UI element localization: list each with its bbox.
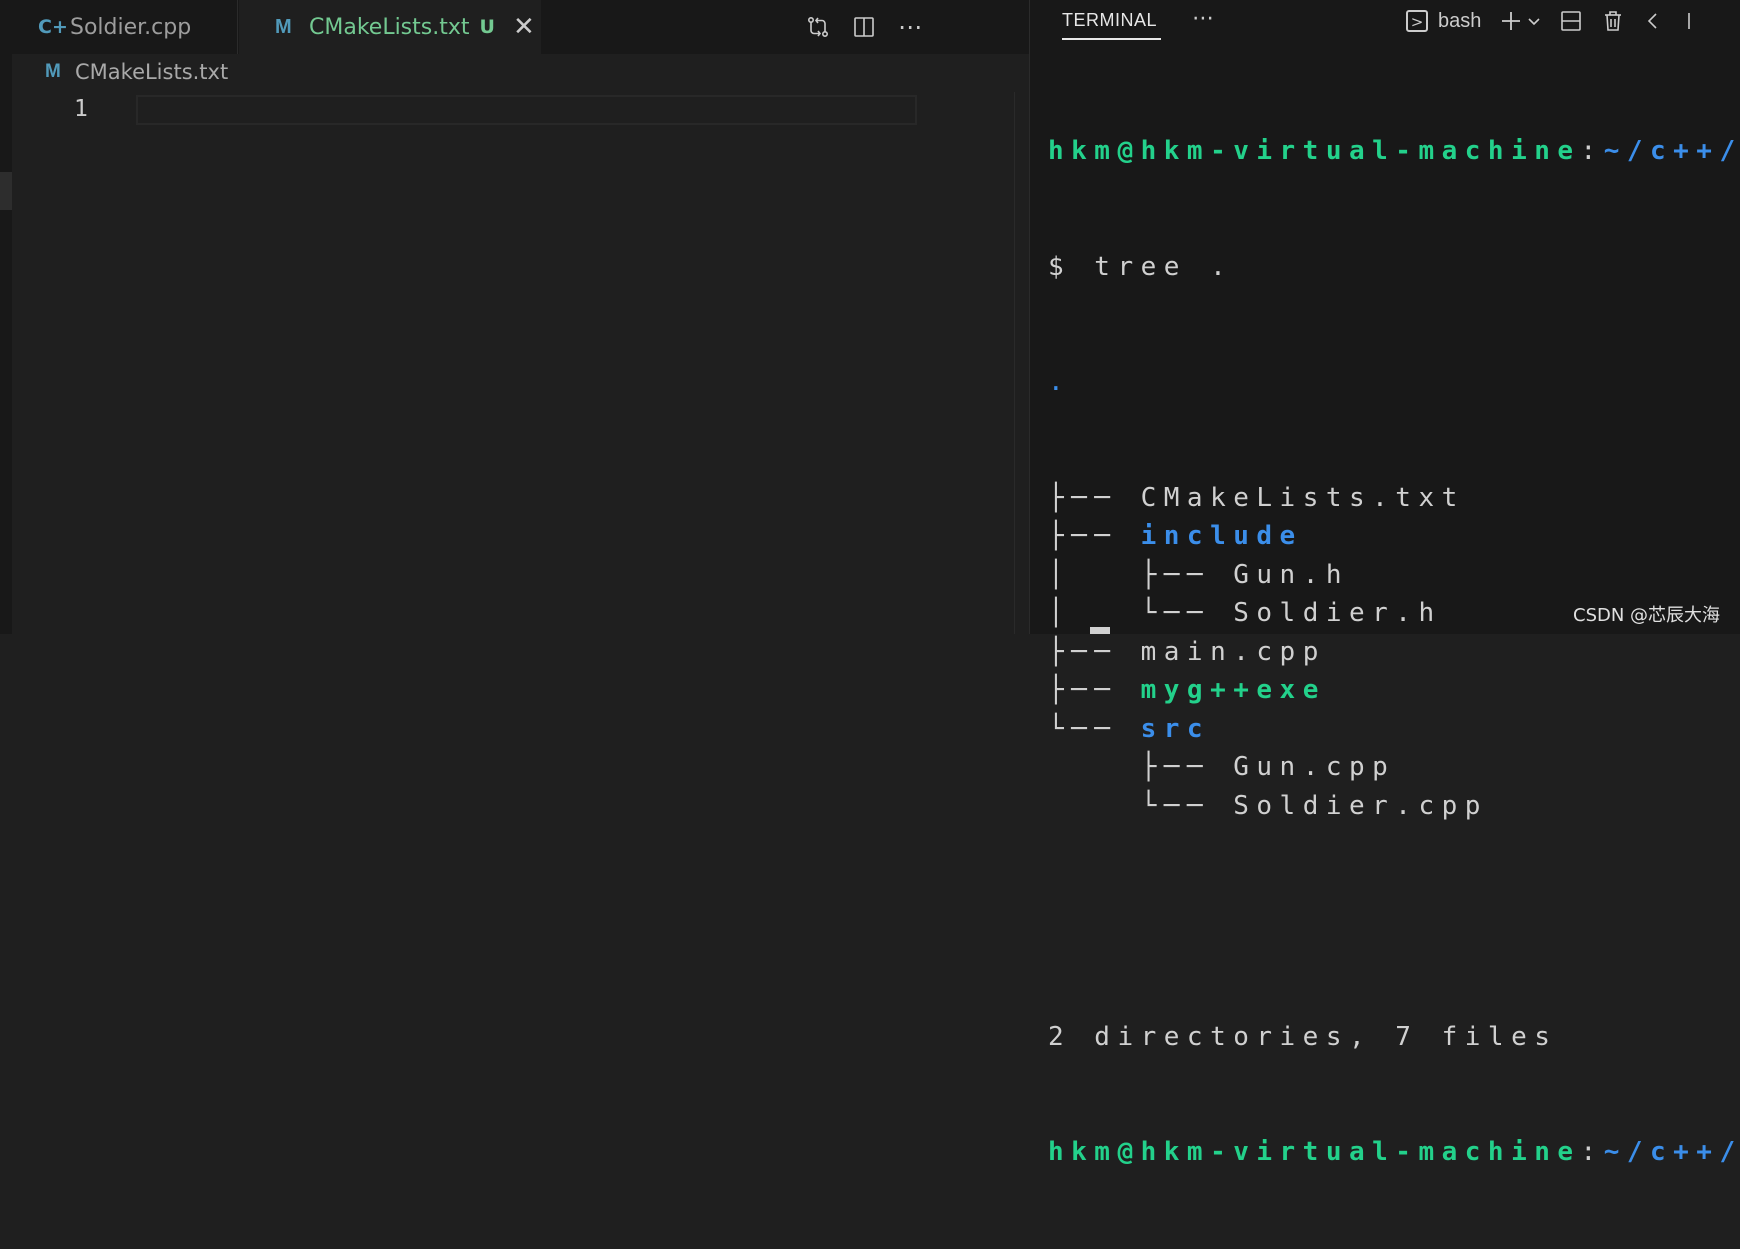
terminal-actions: > bash (1406, 0, 1697, 42)
compare-changes-icon[interactable] (800, 9, 836, 45)
prompt-path: ~/c++/7 (1603, 136, 1740, 166)
tree-item: ├── main.cpp (1048, 633, 1740, 672)
panel-header: TERMINAL ⋯ > bash (1030, 0, 1740, 46)
tree-branch: ├── (1048, 752, 1234, 782)
activity-indicator (0, 172, 12, 210)
tree-file: main.cpp (1140, 636, 1326, 667)
cmake-file-icon: M (45, 61, 61, 82)
tree-file: myg++exe (1140, 675, 1326, 705)
breadcrumb-file[interactable]: CMakeLists.txt (75, 60, 228, 84)
terminal-cursor (1090, 627, 1110, 634)
tab-cmakelists[interactable]: M CMakeLists.txt U ✕ (239, 0, 541, 54)
tree-item: └── Soldier.cpp (1048, 787, 1740, 826)
editor-tab-bar: C+ Soldier.cpp M CMakeLists.txt U ✕ ⋯ (12, 0, 1029, 54)
tree-item: │ ├── Gun.h (1048, 556, 1740, 595)
more-actions-icon[interactable]: ⋯ (892, 9, 928, 45)
tree-branch: └── (1048, 713, 1141, 744)
line-number: 1 (74, 96, 88, 122)
prompt-path: ~/c++/7 (1603, 1137, 1740, 1167)
watermark: CSDN @芯辰大海 (1573, 605, 1721, 626)
tab-soldier-cpp[interactable]: C+ Soldier.cpp (12, 0, 238, 54)
command-line: $ tree . (1048, 251, 1234, 282)
tab-label: Soldier.cpp (70, 14, 192, 40)
prompt-line: hkm@hkm-virtual-machine:~/c++/7 (1048, 132, 1740, 171)
tree-item: ├── myg++exe (1048, 671, 1740, 710)
tree-root-dot: . (1048, 367, 1072, 397)
prompt-line: hkm@hkm-virtual-machine:~/c++/7 (1048, 1133, 1740, 1172)
cmake-file-icon: M (275, 15, 292, 38)
tree-item: ├── CMakeLists.txt (1048, 479, 1740, 518)
editor-group: C+ Soldier.cpp M CMakeLists.txt U ✕ ⋯ M … (12, 0, 1029, 634)
tree-branch: ├── (1048, 636, 1141, 667)
editor-ruler (1014, 92, 1015, 634)
close-icon[interactable]: ✕ (513, 12, 535, 42)
tree-file: Soldier.cpp (1233, 790, 1488, 821)
tree-item: ├── Gun.cpp (1048, 748, 1740, 787)
tree-branch: ├── (1048, 482, 1141, 513)
tree-branch: │ └── (1048, 598, 1234, 628)
tree-directory: include (1140, 521, 1303, 551)
tree-branch: │ ├── (1048, 559, 1234, 590)
prompt-user: hkm@hkm-virtual-machine (1048, 136, 1581, 166)
summary-line: 2 directories, 7 files (1048, 1021, 1558, 1052)
tree-item: ├── include (1048, 517, 1740, 556)
tree-file: Soldier.h (1233, 598, 1442, 628)
terminal-panel: TERMINAL ⋯ > bash hkm@hkm-virtual-machin… (1029, 0, 1740, 1167)
tree-file: Gun.cpp (1233, 752, 1396, 782)
terminal-output[interactable]: hkm@hkm-virtual-machine:~/c++/7 $ tree .… (1048, 55, 1740, 1249)
tree-branch: └── (1048, 790, 1234, 821)
new-terminal-icon[interactable] (1499, 9, 1541, 33)
editor-actions: ⋯ (790, 0, 928, 54)
tree-listing: ├── CMakeLists.txt ├── include │ ├── Gun.h… (1048, 479, 1740, 826)
maximize-panel-icon[interactable] (1681, 11, 1697, 31)
shell-label: bash (1438, 9, 1482, 32)
chevron-left-icon[interactable] (1643, 11, 1663, 31)
active-tab-underline (1062, 38, 1161, 40)
breadcrumb[interactable]: M CMakeLists.txt (45, 54, 228, 90)
terminal-shell-selector[interactable]: > bash (1406, 10, 1481, 33)
split-editor-icon[interactable] (846, 9, 882, 45)
tree-branch: ├── (1048, 521, 1141, 551)
prompt-separator: : (1580, 136, 1604, 166)
tree-item: └── src (1048, 710, 1740, 749)
tab-label: CMakeLists.txt (309, 14, 470, 40)
chevron-down-icon (1528, 18, 1540, 26)
current-line-highlight[interactable] (136, 95, 917, 125)
prompt-user: hkm@hkm-virtual-machine (1048, 1137, 1581, 1167)
activity-bar (0, 0, 12, 634)
tab-terminal[interactable]: TERMINAL (1062, 10, 1157, 31)
tree-file: CMakeLists.txt (1140, 482, 1465, 513)
untracked-badge: U (479, 16, 495, 38)
split-terminal-icon[interactable] (1559, 9, 1583, 33)
prompt-separator: : (1580, 1137, 1604, 1167)
tree-directory: src (1140, 713, 1211, 744)
tree-root: . (1048, 363, 1740, 402)
tree-branch: ├── (1048, 675, 1141, 705)
panel-more-icon[interactable]: ⋯ (1192, 6, 1214, 31)
cpp-file-icon: C+ (38, 16, 68, 38)
tree-file: Gun.h (1233, 559, 1350, 590)
trash-icon[interactable] (1601, 9, 1625, 33)
terminal-icon: > (1406, 10, 1428, 32)
